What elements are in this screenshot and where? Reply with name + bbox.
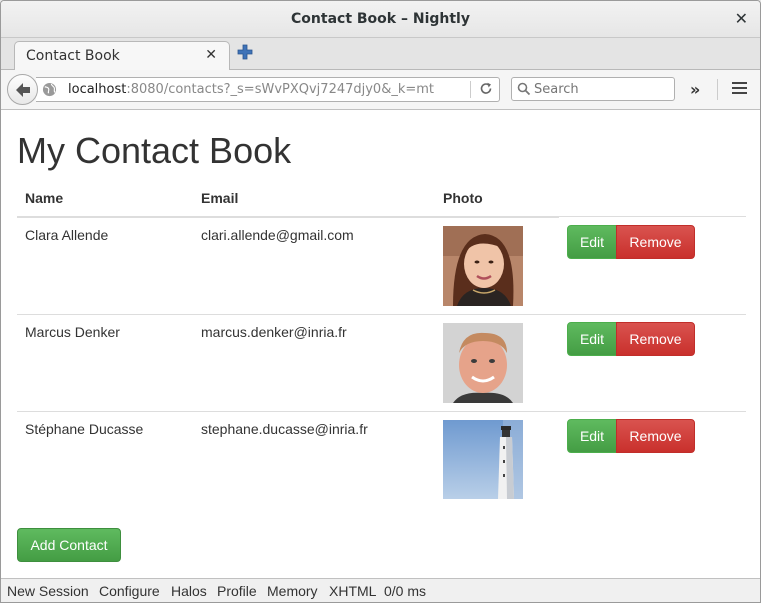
tab-close-icon[interactable]: ✕ [205, 47, 217, 63]
configure-link[interactable]: Configure [99, 583, 160, 599]
tab-label: Contact Book [26, 48, 120, 64]
contact-email: clari.allende@gmail.com [201, 227, 354, 243]
search-icon [517, 82, 531, 96]
tab-strip: Contact Book ✕ [1, 38, 760, 71]
add-contact-button[interactable]: Add Contact [17, 528, 121, 562]
status-bar: New Session Configure Halos Profile Memo… [1, 578, 760, 602]
url-bar[interactable]: localhost:8080/contacts?_s=sWvPXQvj7247d… [36, 77, 500, 102]
contact-photo-lighthouse [443, 420, 523, 499]
search-input[interactable] [534, 80, 670, 98]
table-row: Stéphane Ducasse stephane.ducasse@inria.… [17, 411, 746, 507]
halos-link[interactable]: Halos [171, 583, 207, 599]
edit-button[interactable]: Edit [567, 322, 617, 356]
xhtml-link[interactable]: XHTML [329, 583, 376, 599]
back-button[interactable] [7, 74, 38, 105]
page-title: My Contact Book [17, 130, 292, 171]
edit-button[interactable]: Edit [567, 419, 617, 453]
reload-icon[interactable] [479, 82, 493, 96]
edit-button[interactable]: Edit [567, 225, 617, 259]
tab-contact-book[interactable]: Contact Book ✕ [14, 41, 230, 71]
overflow-chevron-icon[interactable]: » [690, 80, 700, 99]
remove-button[interactable]: Remove [616, 322, 695, 356]
remove-button[interactable]: Remove [616, 225, 695, 259]
hamburger-menu-icon[interactable] [732, 82, 747, 96]
new-tab-plus-icon[interactable] [237, 44, 253, 60]
timing-readout: 0/0 ms [384, 583, 427, 599]
contact-photo-man-portrait [443, 323, 523, 403]
table-row: Marcus Denker marcus.denker@inria.fr Edi… [17, 314, 746, 412]
contact-name: Clara Allende [25, 227, 109, 243]
window-title: Contact Book – Nightly [291, 11, 470, 27]
browser-window: Contact Book – Nightly ✕ Contact Book ✕ … [0, 0, 761, 603]
url-host: localhost [68, 82, 127, 97]
contact-email: stephane.ducasse@inria.fr [201, 421, 368, 437]
globe-icon [42, 82, 57, 97]
url-text[interactable]: localhost:8080/contacts?_s=sWvPXQvj7247d… [68, 82, 434, 97]
navigation-bar: localhost:8080/contacts?_s=sWvPXQvj7247d… [1, 70, 760, 110]
title-bar: Contact Book – Nightly ✕ [1, 1, 760, 38]
contact-photo-woman-portrait [443, 226, 523, 306]
profile-link[interactable]: Profile [217, 583, 257, 599]
table-header: Name Email Photo [17, 187, 746, 218]
contact-email: marcus.denker@inria.fr [201, 324, 347, 340]
table-row: Clara Allende clari.allende@gmail.com Ed… [17, 217, 746, 315]
url-divider [470, 81, 471, 98]
search-box[interactable] [511, 77, 675, 101]
page-content: My Contact Book Name Email Photo Clara A… [1, 111, 760, 578]
contact-name: Marcus Denker [25, 324, 120, 340]
contact-name: Stéphane Ducasse [25, 421, 144, 437]
column-header-photo: Photo [443, 190, 483, 206]
new-session-link[interactable]: New Session [7, 583, 89, 599]
close-window-button[interactable]: ✕ [735, 9, 748, 28]
toolbar-divider [717, 79, 718, 100]
arrow-left-icon [16, 83, 30, 97]
column-header-name: Name [25, 190, 64, 206]
memory-link[interactable]: Memory [267, 583, 318, 599]
url-path: :8080/contacts?_s=sWvPXQvj7247djy0&_k=mt [126, 82, 435, 97]
column-header-email: Email [201, 190, 239, 206]
remove-button[interactable]: Remove [616, 419, 695, 453]
